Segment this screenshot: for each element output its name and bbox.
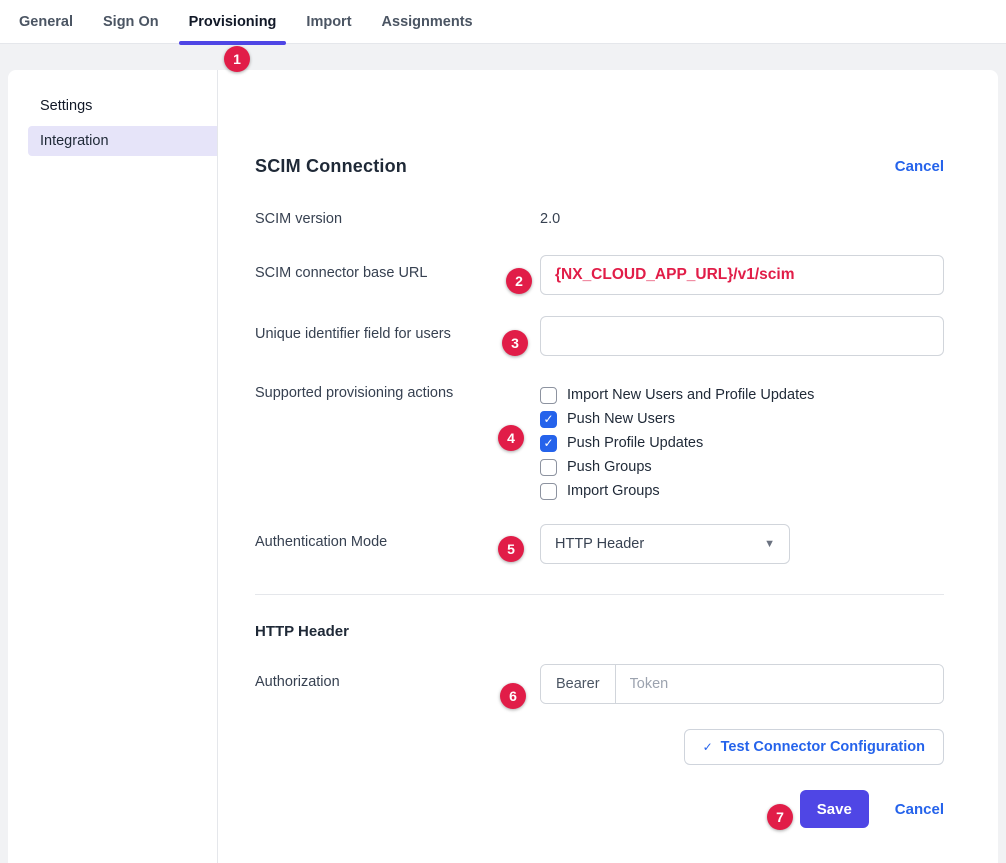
checkbox-import-groups[interactable] [540,483,557,500]
http-header-section-title: HTTP Header [255,623,944,640]
unique-id-label: Unique identifier field for users [255,316,540,356]
base-url-label: SCIM connector base URL [255,255,540,295]
step-badge-5: 5 [498,536,524,562]
authorization-input-group: Bearer [540,664,944,704]
checkbox-label: Import New Users and Profile Updates [567,387,814,403]
checkbox-row-import-groups[interactable]: Import Groups [540,479,944,503]
step-badge-2: 2 [506,268,532,294]
scim-version-label: SCIM version [255,211,540,227]
checkbox-row-push-profile-updates[interactable]: Push Profile Updates [540,431,944,455]
checkbox-label: Push New Users [567,411,675,427]
checkbox-import-new-users[interactable] [540,387,557,404]
checkbox-row-import-new-users[interactable]: Import New Users and Profile Updates [540,383,944,407]
tab-import[interactable]: Import [291,0,366,43]
provisioning-actions-label: Supported provisioning actions [255,383,540,503]
step-badge-7: 7 [767,804,793,830]
bearer-prefix: Bearer [541,665,616,703]
provisioning-card: Settings Integration SCIM Connection Can… [8,70,998,863]
checkbox-label: Push Groups [567,459,652,475]
page: General Sign On Provisioning Import Assi… [0,0,1006,863]
checkbox-push-groups[interactable] [540,459,557,476]
checkbox-row-push-groups[interactable]: Push Groups [540,455,944,479]
step-badge-3: 3 [502,330,528,356]
step-badge-4: 4 [498,425,524,451]
chevron-down-icon: ▼ [764,538,775,550]
checkbox-push-profile-updates[interactable] [540,435,557,452]
check-icon: ✓ [703,740,713,754]
authorization-label: Authorization [255,664,540,704]
scim-version-value: 2.0 [540,211,944,227]
token-input[interactable] [616,665,943,703]
test-connector-button[interactable]: ✓ Test Connector Configuration [684,729,944,765]
tab-assignments[interactable]: Assignments [367,0,488,43]
tab-sign-on[interactable]: Sign On [88,0,174,43]
checkbox-row-push-new-users[interactable]: Push New Users [540,407,944,431]
auth-mode-selected-value: HTTP Header [555,536,644,552]
step-badge-1: 1 [224,46,250,72]
step-badge-6: 6 [500,683,526,709]
scim-connection-form: SCIM Connection Cancel SCIM version 2.0 … [218,70,998,863]
settings-sidebar: Settings Integration [8,70,218,863]
checkbox-label: Push Profile Updates [567,435,703,451]
sidebar-header-settings: Settings [8,98,217,126]
app-tab-bar: General Sign On Provisioning Import Assi… [0,0,1006,44]
cancel-link-top[interactable]: Cancel [895,158,944,175]
tab-provisioning[interactable]: Provisioning [174,0,292,43]
auth-mode-select[interactable]: HTTP Header ▼ [540,524,790,564]
base-url-input[interactable] [540,255,944,295]
cancel-link-bottom[interactable]: Cancel [895,801,944,818]
page-title: SCIM Connection [255,156,407,177]
provisioning-actions-group: Import New Users and Profile Updates Pus… [540,383,944,503]
checkbox-label: Import Groups [567,483,660,499]
unique-id-input[interactable] [540,316,944,356]
sidebar-item-integration[interactable]: Integration [28,126,217,156]
test-connector-label: Test Connector Configuration [721,739,925,755]
tab-general[interactable]: General [4,0,88,43]
section-divider [255,594,944,595]
auth-mode-label: Authentication Mode [255,524,540,564]
save-button[interactable]: Save [800,790,869,828]
checkbox-push-new-users[interactable] [540,411,557,428]
